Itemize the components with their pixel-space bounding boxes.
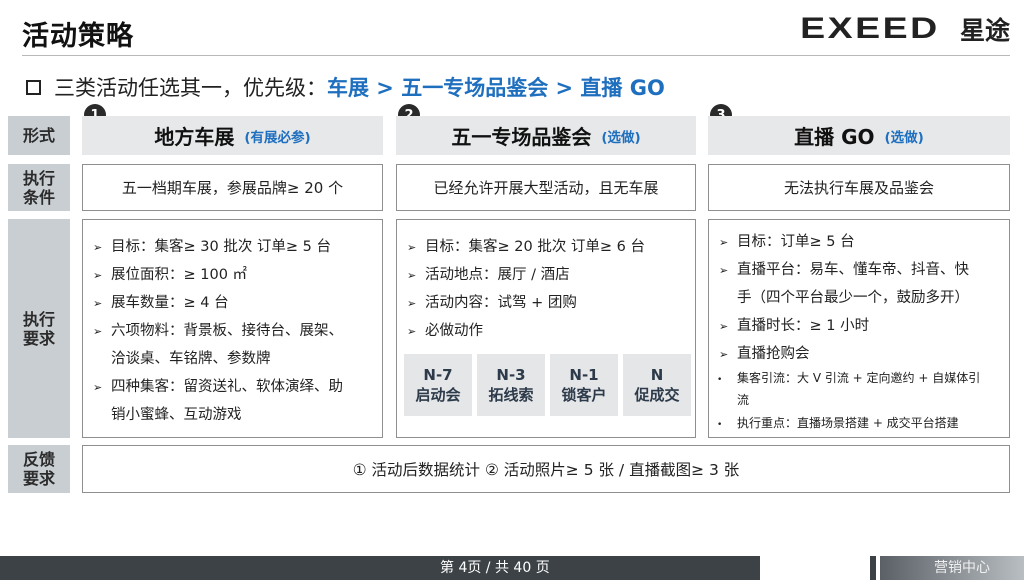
column-header-1: 地方车展 (有展必参) [82, 116, 383, 155]
subtitle: 三类活动任选其一，优先级： 车展 > 五一专场品鉴会 > 直播 GO [26, 72, 665, 102]
stage-card-4: N 促成交 [623, 354, 691, 416]
column-header-3: 直播 GO (选做) [708, 116, 1010, 155]
brand-logo-en: EXEED [800, 12, 940, 45]
arrow-bullet-icon: ➢ [93, 325, 103, 338]
stage-card-1: N-7 启动会 [404, 354, 472, 416]
arrow-bullet-icon: ➢ [93, 269, 103, 282]
column-note-2: (选做) [601, 129, 641, 146]
list-item: ➢ 目标：集客≥ 20 批次 订单≥ 6 台 [407, 239, 646, 255]
list-item: ➢ 直播平台：易车、懂车帝、抖音、快 [719, 262, 969, 278]
brand-logo: EXEED 星途 [800, 12, 1010, 45]
list-item: ➢ 六项物料：背景板、接待台、展架、 [93, 323, 343, 339]
arrow-bullet-icon: ➢ [407, 325, 417, 338]
column-title-2: 五一专场品鉴会 [451, 125, 592, 149]
column-title-1: 地方车展 [154, 125, 235, 149]
list-item: ➢ 四种集客：留资送礼、软体演绎、助 [93, 379, 343, 395]
row-label-form: 形式 [8, 116, 70, 155]
arrow-bullet-icon: ➢ [719, 348, 729, 361]
list-item: ➢ 直播抢购会 [719, 346, 810, 362]
row-label-feedback: 反馈要求 [8, 445, 70, 493]
stage-day: N-1 [569, 366, 599, 384]
stage-day: N [650, 366, 664, 384]
arrow-bullet-icon: ➢ [719, 236, 729, 249]
stage-day: N-7 [423, 366, 453, 384]
footer-accent-strip [870, 556, 876, 580]
arrow-bullet-icon: ➢ [407, 269, 417, 282]
list-item: ➢ 活动内容：试驾 + 团购 [407, 295, 577, 311]
arrow-bullet-icon: ➢ [407, 241, 417, 254]
stage-day: N-3 [496, 366, 526, 384]
list-item: ➢ 目标：订单≥ 5 台 [719, 234, 855, 250]
requirement-box-3: ➢ 目标：订单≥ 5 台 ➢ 直播平台：易车、懂车帝、抖音、快 手（四个平台最少一个… [708, 219, 1010, 438]
row-label-requirement: 执行要求 [8, 219, 70, 438]
page-title: 活动策略 [22, 21, 134, 52]
list-item-continued: 销小蜜蜂、互动游戏 [111, 407, 242, 423]
subtitle-priority: 车展 > 五一专场品鉴会 > 直播 GO [327, 76, 665, 100]
condition-box-1: 五一档期车展，参展品牌≥ 20 个 [82, 164, 383, 211]
footer-bar [0, 556, 760, 580]
column-header-2: 五一专场品鉴会 (选做) [396, 116, 696, 155]
footer-department: 营销中心 [934, 560, 990, 576]
list-item-continued: 手（四个平台最少一个，鼓励多开） [737, 290, 969, 306]
stage-label: 拓线索 [488, 386, 534, 404]
subtitle-prefix: 三类活动任选其一，优先级： [54, 76, 327, 100]
list-item: ➢ 展位面积：≥ 100 ㎡ [93, 267, 248, 283]
brand-logo-cn: 星途 [959, 16, 1010, 45]
arrow-bullet-icon: ➢ [719, 320, 729, 333]
arrow-bullet-icon: ➢ [719, 264, 729, 277]
column-note-1: (有展必参) [244, 129, 311, 146]
sub-list-item: • 集客引流：大 V 引流 + 定向邀约 + 自媒体引 [717, 371, 981, 385]
arrow-bullet-icon: ➢ [93, 381, 103, 394]
column-note-3: (选做) [884, 129, 924, 146]
feedback-box: ① 活动后数据统计 ② 活动照片≥ 5 张 / 直播截图≥ 3 张 [82, 445, 1010, 493]
arrow-bullet-icon: ➢ [93, 297, 103, 310]
header-divider [22, 55, 1010, 56]
arrow-bullet-icon: ➢ [93, 241, 103, 254]
list-item: ➢ 活动地点：展厅 / 酒店 [407, 267, 570, 283]
arrow-bullet-icon: ➢ [407, 297, 417, 310]
stage-label: 启动会 [415, 386, 461, 404]
list-item: ➢ 展车数量：≥ 4 台 [93, 295, 229, 311]
dot-bullet-icon: • [717, 375, 723, 385]
sub-list-item: • 执行重点：直播场景搭建 + 成交平台搭建 [717, 416, 959, 430]
stage-label: 促成交 [634, 386, 680, 404]
row-label-condition: 执行条件 [8, 164, 70, 211]
condition-box-3: 无法执行车展及品鉴会 [708, 164, 1010, 211]
stage-card-2: N-3 拓线索 [477, 354, 545, 416]
list-item: ➢ 直播时长：≥ 1 小时 [719, 318, 870, 334]
list-item: ➢ 必做动作 [407, 323, 483, 339]
column-title-3: 直播 GO [794, 125, 875, 149]
sub-list-item-continued: 流 [737, 393, 750, 407]
list-item-continued: 洽谈桌、车铭牌、参数牌 [111, 351, 271, 367]
square-bullet-icon [26, 79, 41, 95]
list-item: ➢ 目标：集客≥ 30 批次 订单≥ 5 台 [93, 239, 332, 255]
dot-bullet-icon: • [717, 420, 723, 430]
requirement-box-1: ➢ 目标：集客≥ 30 批次 订单≥ 5 台 ➢ 展位面积：≥ 100 ㎡ ➢ 展车数… [82, 219, 383, 438]
stage-card-3: N-1 锁客户 [550, 354, 618, 416]
condition-box-2: 已经允许开展大型活动，且无车展 [396, 164, 696, 211]
stage-label: 锁客户 [561, 386, 607, 404]
page-indicator: 第 4页 / 共 40 页 [440, 560, 550, 576]
